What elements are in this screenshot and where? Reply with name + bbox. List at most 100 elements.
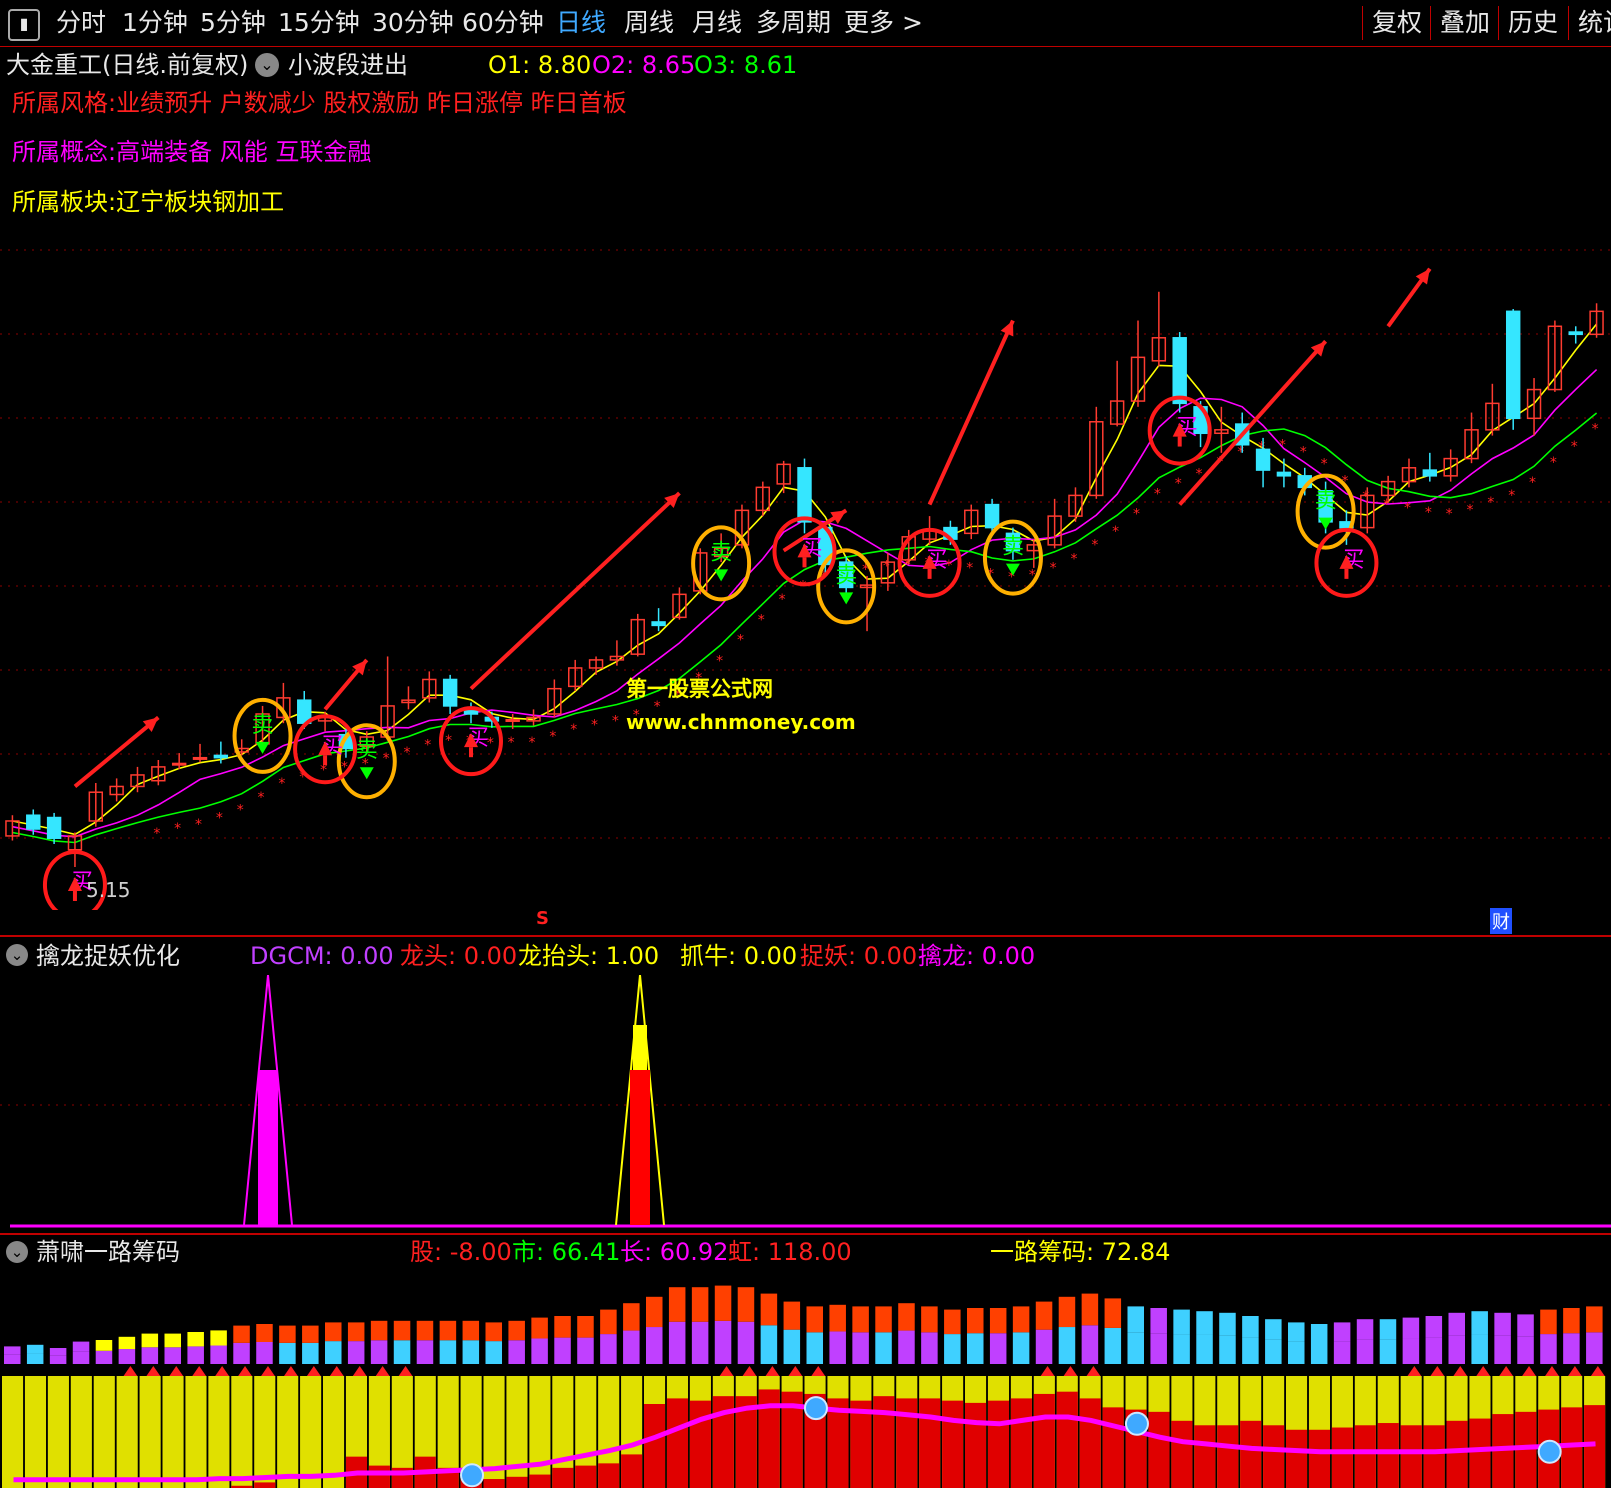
triangle-marker [375,1366,390,1376]
period-tab-8[interactable]: 月线 [692,6,742,40]
candle-body [797,467,812,523]
chip-bar-top [989,1308,1007,1334]
chip-bar-top [714,1285,732,1321]
chip-bar-top [1333,1322,1351,1342]
period-tab-0[interactable]: 分时 [56,6,106,40]
chip-bar [898,1330,915,1364]
chevron-down-icon[interactable]: ⌄ [6,1241,28,1263]
candle-body [213,754,229,759]
chip-bar-top [141,1333,159,1348]
chip-bar [1265,1339,1282,1364]
support-star: * [1529,475,1536,491]
longtou-value: 龙头: 0.00 [400,942,518,970]
chip-bar [1219,1335,1236,1364]
sell-label: 卖 [835,563,857,588]
period-tab-1[interactable]: 1分钟 [122,6,188,40]
candle-body [651,621,666,627]
volume-column-red [666,1398,689,1488]
trend-arrow [73,715,160,789]
chip-ball-icon [460,1463,485,1488]
chip-bar [600,1334,617,1364]
watermark-url: www.chnmoney.com [626,710,856,734]
chip-bar [1196,1334,1213,1364]
support-star: * [216,810,223,826]
chip-bar [1356,1339,1374,1364]
volume-column-red [1010,1398,1032,1488]
chip-bar [210,1345,227,1364]
chip-bar [485,1341,503,1364]
support-star: * [716,653,723,669]
zhuaniu-value: 抓牛: 0.00 [680,942,798,970]
volume-column [323,1376,345,1488]
chip-bar [1471,1334,1488,1364]
trend-arrow [469,491,681,691]
support-star: * [612,713,619,729]
panel-divider [0,935,1611,937]
sell-arrow-icon [839,592,854,605]
chip-bar [668,1321,686,1364]
chevron-down-icon[interactable]: ⌄ [255,53,279,77]
panel3-title[interactable]: 萧啸一路筹码 [36,1237,180,1267]
triangle-marker [1453,1366,1468,1376]
period-tab-4[interactable]: 30分钟 [372,6,454,40]
chip-bar [1058,1327,1076,1364]
volume-column-red [1446,1420,1468,1488]
toolbar-button-1[interactable]: 叠加 [1440,6,1490,40]
period-tab-6[interactable]: 日线 [556,6,606,40]
low-price-label: 5.15 [86,878,131,902]
dgcm-signal-chart[interactable] [0,975,1611,1230]
chip-distribution-chart[interactable] [0,1276,1611,1488]
chip-bar-top [370,1320,388,1341]
chip-bar [1540,1334,1557,1364]
volume-column [162,1376,184,1488]
chip-bar [1402,1338,1420,1364]
chip-bar-top [1471,1311,1488,1335]
chip-bar [26,1353,44,1364]
panel-divider [0,1233,1611,1235]
cai-marker[interactable]: 财 [1490,908,1512,934]
chip-bar [393,1340,411,1364]
triangle-marker [742,1366,757,1376]
sell-label: 卖 [356,738,378,763]
volume-column-red [368,1465,390,1488]
volume-column-red [621,1454,643,1488]
support-star: * [174,821,181,837]
indicator-name[interactable]: 小波段进出 [288,50,408,80]
support-star: * [1571,439,1578,455]
stock-title: 大金重工(日线.前复权) [6,51,249,79]
candle-body [192,756,208,760]
period-tab-2[interactable]: 5分钟 [200,6,266,40]
support-star: * [1050,560,1057,576]
support-star: * [883,559,890,575]
period-tab-5[interactable]: 60分钟 [462,6,544,40]
toolbar-button-3[interactable]: 统计 [1578,6,1611,40]
toolbar-button-0[interactable]: 复权 [1372,6,1422,40]
period-tab-9[interactable]: 多周期 [756,6,831,40]
chip-bar-top [852,1306,869,1333]
panel-toggle-button[interactable]: ▮ [8,9,40,41]
chip-bar-top [485,1322,503,1342]
volume-column [47,1376,69,1488]
support-star: * [445,733,452,749]
support-star: * [195,817,202,833]
chip-bar [989,1333,1007,1364]
chip-bar-top [577,1316,594,1338]
support-star: * [1550,455,1557,471]
period-tab-10[interactable]: 更多 > [844,6,923,40]
volume-column [70,1376,92,1488]
yilu-value: 一路筹码: 72.84 [990,1238,1171,1266]
toolbar-button-2[interactable]: 历史 [1508,6,1558,40]
chip-bar-top [1494,1312,1511,1336]
chip-bar-top [531,1317,548,1339]
chip-bar-top [187,1332,204,1347]
volume-column [185,1376,207,1488]
chip-bar [577,1337,594,1364]
panel2-title[interactable]: 擒龙捉妖优化 [36,941,180,971]
chevron-down-icon[interactable]: ⌄ [6,944,28,966]
period-tab-7[interactable]: 周线 [624,6,674,40]
period-tab-3[interactable]: 15分钟 [278,6,360,40]
volume-column [116,1376,138,1488]
chip-bar-top [393,1320,411,1341]
shi-value: 市: 66.41 [512,1238,621,1266]
candlestick-chart[interactable]: * * * * * * * * * * * * * * * * * * * * * * * * * * * * * * * * * * * * * * * *… [0,230,1611,910]
